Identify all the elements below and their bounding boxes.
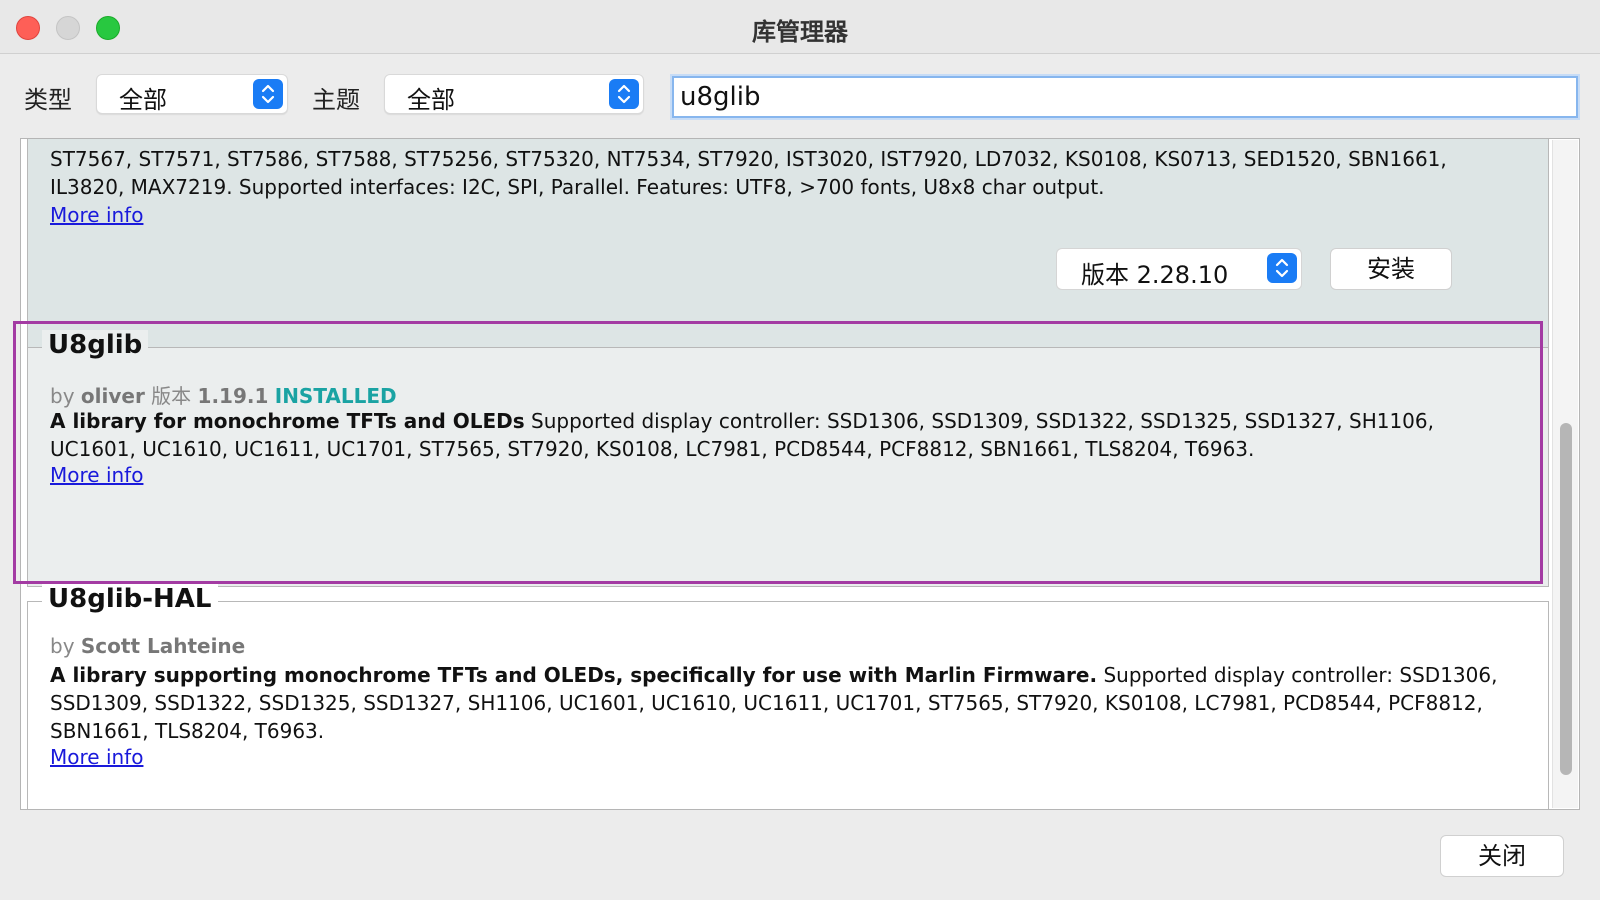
- by-label: by: [50, 634, 75, 658]
- version-select-value: 版本 2.28.10: [1081, 261, 1229, 289]
- topic-label: 主题: [312, 86, 360, 114]
- description-line: SBN1661, TLS8204, T6963.: [50, 719, 325, 743]
- install-button[interactable]: 安装: [1330, 248, 1452, 290]
- window-title: 库管理器: [752, 18, 848, 46]
- author-name: oliver: [80, 384, 145, 408]
- entry-summary: A library supporting monochrome TFTs and…: [50, 663, 1098, 687]
- topic-select-value: 全部: [407, 86, 455, 114]
- entry-byline: by Scott Lahteine: [50, 634, 245, 658]
- list-scrollbar[interactable]: [1552, 140, 1578, 808]
- entry-description: ST7567, ST7571, ST7586, ST7588, ST75256,…: [50, 145, 1518, 201]
- more-info-link[interactable]: More info: [50, 745, 143, 769]
- type-select[interactable]: 全部: [96, 74, 288, 114]
- description-text: Supported display controller: SSD1306, S…: [524, 409, 1434, 433]
- installed-version: 1.19.1: [197, 384, 269, 408]
- search-input[interactable]: [672, 76, 1578, 118]
- topic-select[interactable]: 全部: [384, 74, 644, 114]
- type-label: 类型: [24, 86, 72, 114]
- description-line: UC1601, UC1610, UC1611, UC1701, ST7565, …: [50, 437, 1255, 461]
- library-name: U8glib: [42, 330, 149, 360]
- description-line: ST7567, ST7571, ST7586, ST7588, ST75256,…: [50, 147, 1447, 171]
- more-info-link[interactable]: More info: [50, 203, 143, 227]
- description-line: A library for monochrome TFTs and OLEDs …: [50, 407, 1518, 435]
- type-select-value: 全部: [119, 86, 167, 114]
- description-line: IL3820, MAX7219. Supported interfaces: I…: [50, 175, 1105, 199]
- entry-description: A library supporting monochrome TFTs and…: [50, 661, 1518, 745]
- up-down-chevron-icon: [609, 79, 639, 109]
- version-prefix: 版本: [151, 384, 192, 408]
- title-bar: 库管理器: [0, 0, 1600, 54]
- entry-description: A library for monochrome TFTs and OLEDs …: [50, 407, 1518, 463]
- by-label: by: [50, 384, 75, 408]
- entry-summary: A library for monochrome TFTs and OLEDs: [50, 409, 525, 433]
- up-down-chevron-icon: [253, 79, 283, 109]
- description-line: A library supporting monochrome TFTs and…: [50, 661, 1518, 689]
- library-name: U8glib-HAL: [42, 584, 218, 614]
- author-name: Scott Lahteine: [80, 634, 246, 658]
- up-down-chevron-icon: [1267, 253, 1297, 283]
- version-select[interactable]: 版本 2.28.10: [1056, 248, 1302, 290]
- library-list[interactable]: ST7567, ST7571, ST7586, ST7588, ST75256,…: [20, 138, 1580, 810]
- installed-badge: INSTALLED: [274, 384, 397, 408]
- description-text: Supported display controller: SSD1306,: [1097, 663, 1498, 687]
- close-button[interactable]: 关闭: [1440, 835, 1564, 877]
- library-entry[interactable]: U8glib-HAL by Scott Lahteine A library s…: [27, 584, 1549, 809]
- more-info-link[interactable]: More info: [50, 463, 143, 487]
- description-line: SSD1309, SSD1322, SSD1325, SSD1327, SH11…: [50, 691, 1483, 715]
- scrollbar-thumb[interactable]: [1560, 423, 1572, 775]
- library-entry[interactable]: U8glib by oliver 版本 1.19.1 INSTALLED A l…: [27, 330, 1549, 587]
- entry-byline: by oliver 版本 1.19.1 INSTALLED: [50, 380, 397, 409]
